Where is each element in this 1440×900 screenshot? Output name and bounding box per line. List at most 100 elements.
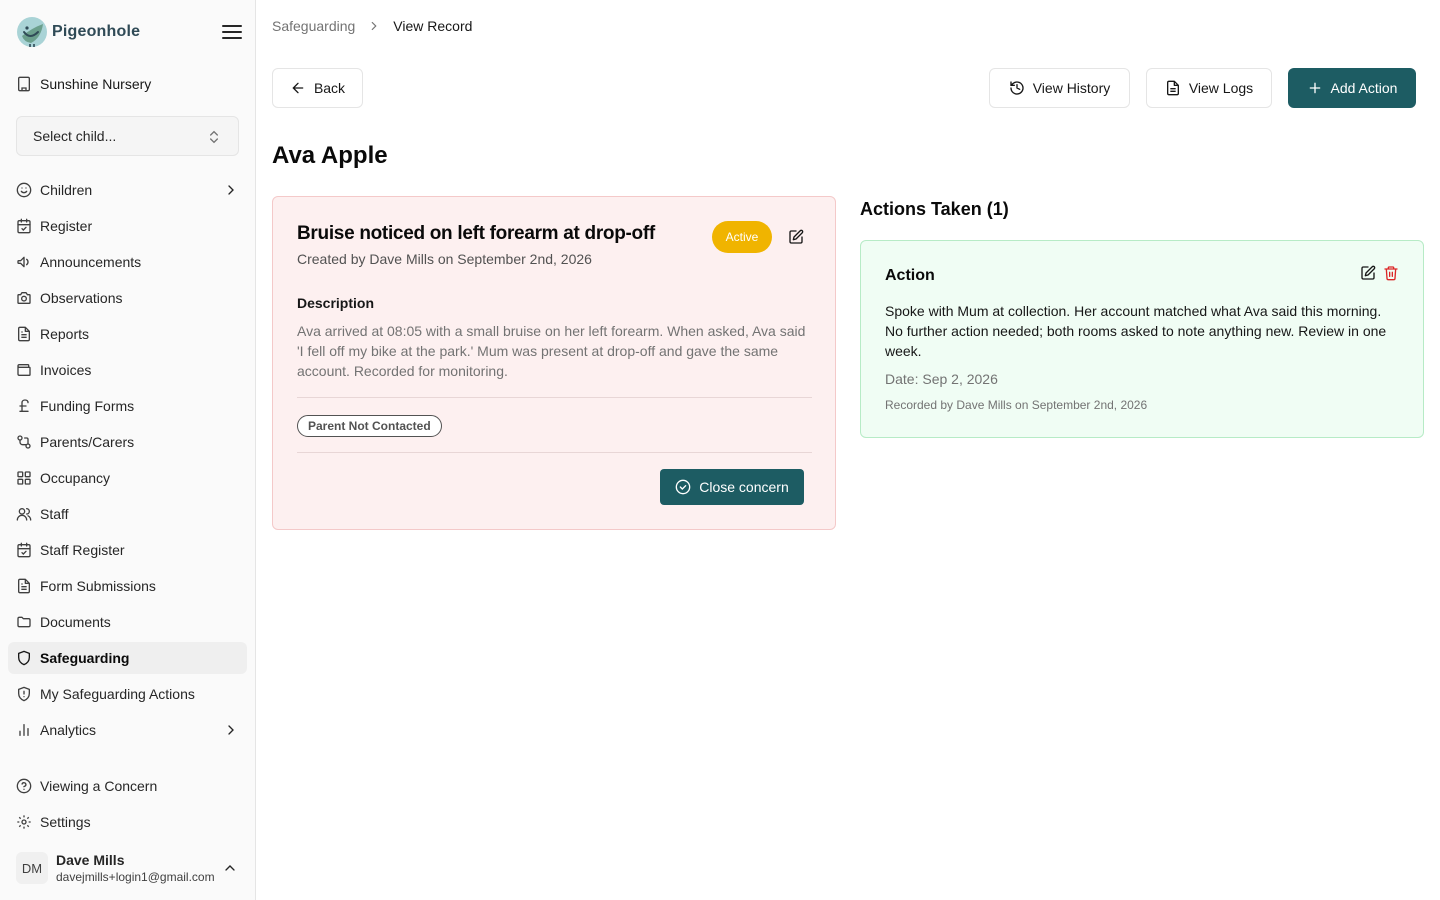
action-recorded-by: Recorded by Dave Mills on September 2nd,… xyxy=(885,398,1148,412)
sidebar-item-invoices[interactable]: Invoices xyxy=(8,354,247,386)
file-text-icon xyxy=(1166,80,1179,96)
add-action-label: Add Action xyxy=(1330,80,1398,96)
back-button[interactable]: Back xyxy=(272,68,363,108)
gear-icon xyxy=(16,814,32,830)
divider xyxy=(297,397,812,398)
shield-alert-icon xyxy=(16,686,32,702)
child-select[interactable]: Select child... xyxy=(16,116,239,156)
sidebar-item-help[interactable]: Viewing a Concern xyxy=(8,770,247,802)
action-text: Spoke with Mum at collection. Her accoun… xyxy=(885,303,1387,359)
add-action-button[interactable]: Add Action xyxy=(1288,68,1416,108)
close-concern-label: Close concern xyxy=(699,479,789,495)
sidebar-item-settings[interactable]: Settings xyxy=(8,806,247,838)
description-label: Description xyxy=(297,295,375,311)
view-logs-button[interactable]: View Logs xyxy=(1146,68,1272,108)
sidebar-item-label: Staff Register xyxy=(40,542,125,558)
wallet-icon xyxy=(16,362,32,378)
view-history-button[interactable]: View History xyxy=(989,68,1130,108)
sidebar-item-label: Parents/Carers xyxy=(40,434,135,450)
sidebar-item-label: Invoices xyxy=(40,362,92,378)
arrow-left-icon xyxy=(292,82,304,94)
sidebar-item-form-submissions[interactable]: Form Submissions xyxy=(8,570,247,602)
edit-icon xyxy=(1361,265,1376,280)
breadcrumb-current: View Record xyxy=(393,18,473,34)
sidebar-item-register[interactable]: Register xyxy=(8,210,247,242)
org-switcher[interactable]: Sunshine Nursery xyxy=(16,72,151,96)
concern-meta: Created by Dave Mills on September 2nd, … xyxy=(297,251,592,267)
action-card: Action Spoke with Mum at collection. Her… xyxy=(860,240,1424,438)
sidebar: Pigeonhole Sunshine Nursery Select child… xyxy=(0,0,256,900)
divider xyxy=(297,452,812,453)
concern-title: Bruise noticed on left forearm at drop-o… xyxy=(297,223,655,244)
action-title: Action xyxy=(885,267,935,284)
sidebar-item-safeguarding[interactable]: Safeguarding xyxy=(8,642,247,674)
sidebar-footer-nav: Viewing a Concern Settings xyxy=(8,770,247,842)
chevron-right-icon xyxy=(228,725,234,735)
concern-card: Bruise noticed on left forearm at drop-o… xyxy=(272,196,836,530)
pigeon-logo-icon xyxy=(17,17,47,47)
sidebar-item-observations[interactable]: Observations xyxy=(8,282,247,314)
sidebar-item-label: Children xyxy=(40,182,93,198)
description-text: Ava arrived at 08:05 with a small bruise… xyxy=(297,323,806,379)
smile-icon xyxy=(16,182,32,198)
app-name: Pigeonhole xyxy=(52,23,141,40)
camera-icon xyxy=(16,290,32,306)
sidebar-item-funding-forms[interactable]: Funding Forms xyxy=(8,390,247,422)
action-date: Date: Sep 2, 2026 xyxy=(885,371,998,387)
sidebar-item-label: My Safeguarding Actions xyxy=(40,686,195,702)
chevron-right-icon xyxy=(228,185,234,195)
sidebar-nav: Children Register Announcements Observat… xyxy=(8,174,247,750)
user-info: Dave Mills davejmills+login1@gmail.com xyxy=(56,851,216,885)
sidebar-item-reports[interactable]: Reports xyxy=(8,318,247,350)
view-history-label: View History xyxy=(1032,80,1111,96)
sidebar-item-occupancy[interactable]: Occupancy xyxy=(8,462,247,494)
page-title: Ava Apple xyxy=(272,142,388,169)
avatar: DM xyxy=(16,852,48,884)
sidebar-item-label: Reports xyxy=(40,326,90,342)
sidebar-item-label: Viewing a Concern xyxy=(40,778,158,794)
sidebar-item-label: Funding Forms xyxy=(40,398,135,414)
sidebar-item-staff[interactable]: Staff xyxy=(8,498,247,530)
grid-icon xyxy=(16,470,32,486)
chevrons-up-down-icon xyxy=(210,130,218,144)
sidebar-item-parents-carers[interactable]: Parents/Carers xyxy=(8,426,247,458)
chevron-up-icon xyxy=(225,865,235,871)
back-label: Back xyxy=(313,80,346,96)
child-select-placeholder: Select child... xyxy=(33,128,117,144)
calendar-check-icon xyxy=(16,218,32,234)
edit-icon xyxy=(789,229,804,244)
status-badge: Active xyxy=(712,221,772,253)
edit-action-button[interactable] xyxy=(1356,261,1380,285)
close-concern-button[interactable]: Close concern xyxy=(660,469,804,505)
megaphone-icon xyxy=(16,254,32,270)
sidebar-item-label: Documents xyxy=(40,614,111,630)
user-menu[interactable]: DM Dave Mills davejmills+login1@gmail.co… xyxy=(16,848,244,888)
shield-icon xyxy=(16,650,32,666)
sidebar-item-label: Analytics xyxy=(40,722,97,738)
users-icon xyxy=(16,506,32,522)
sidebar-item-children[interactable]: Children xyxy=(8,174,247,206)
breadcrumb: Safeguarding View Record xyxy=(272,16,472,36)
sidebar-item-analytics[interactable]: Analytics xyxy=(8,714,247,746)
sidebar-item-label: Staff xyxy=(40,506,69,522)
sidebar-item-staff-register[interactable]: Staff Register xyxy=(8,534,247,566)
menu-icon[interactable] xyxy=(220,20,244,44)
breadcrumb-safeguarding[interactable]: Safeguarding xyxy=(272,18,355,34)
sidebar-item-documents[interactable]: Documents xyxy=(8,606,247,638)
check-circle-icon xyxy=(675,479,691,495)
plus-icon xyxy=(1309,82,1320,94)
sidebar-item-label: Form Submissions xyxy=(40,578,156,594)
sidebar-item-label: Announcements xyxy=(40,254,142,270)
sidebar-item-label: Register xyxy=(40,218,93,234)
git-pull-icon xyxy=(16,434,32,450)
help-circle-icon xyxy=(16,778,32,794)
bar-chart-icon xyxy=(16,722,32,738)
delete-action-button[interactable] xyxy=(1379,261,1403,285)
sidebar-item-my-safeguarding-actions[interactable]: My Safeguarding Actions xyxy=(8,678,247,710)
edit-concern-button[interactable] xyxy=(784,225,808,249)
folder-icon xyxy=(16,614,32,630)
calendar-check-icon xyxy=(16,542,32,558)
sidebar-item-announcements[interactable]: Announcements xyxy=(8,246,247,278)
history-icon xyxy=(1010,81,1024,95)
logo[interactable]: Pigeonhole xyxy=(16,16,244,48)
